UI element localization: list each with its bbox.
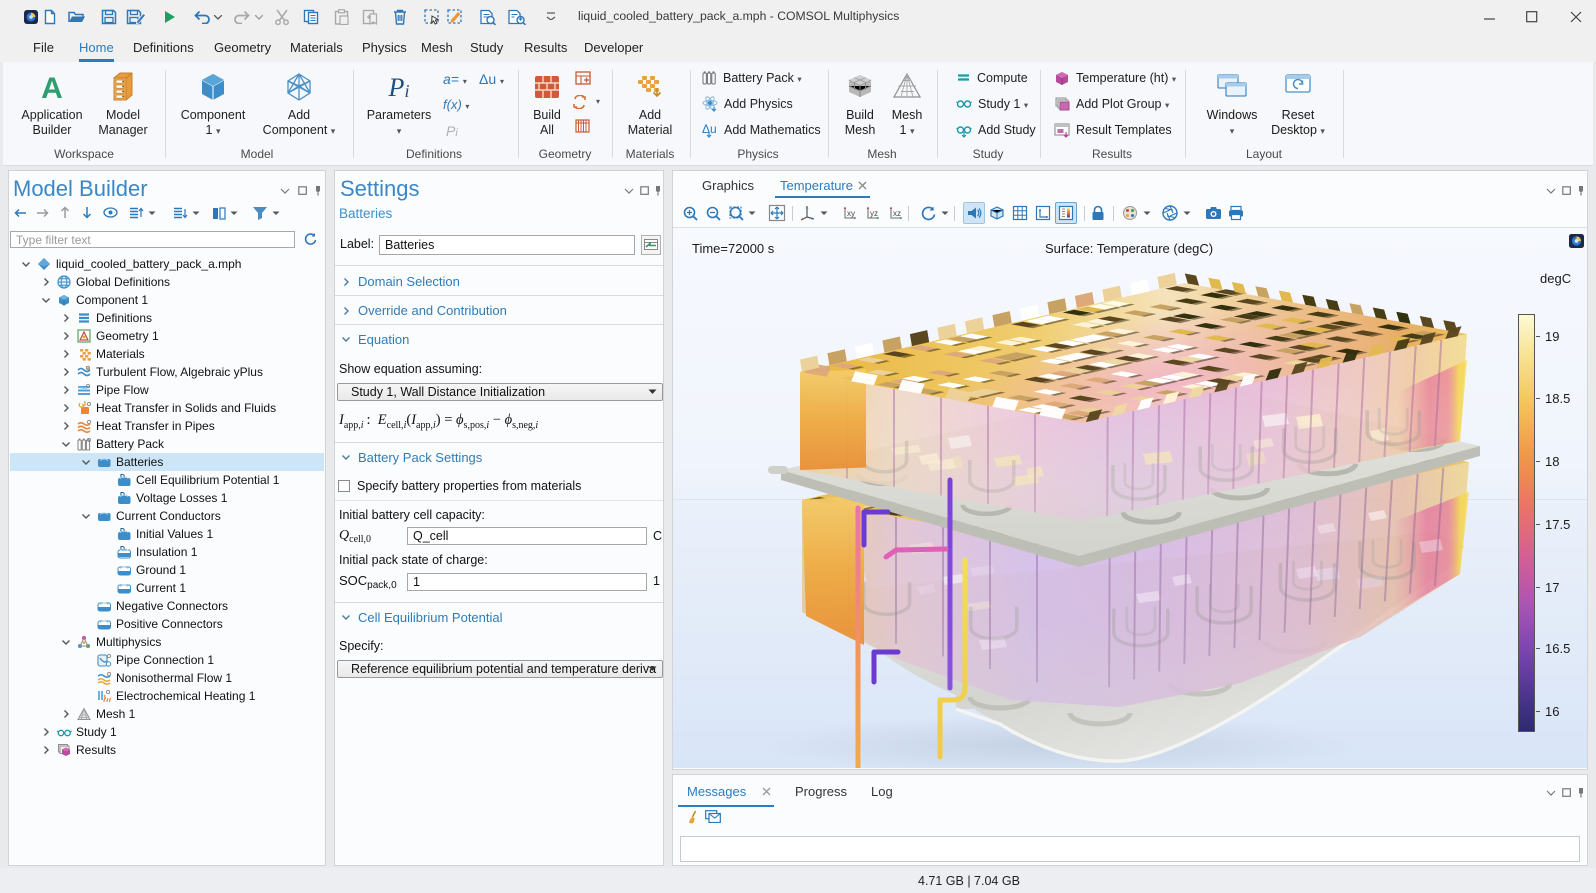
svg-text:A: A bbox=[41, 72, 63, 102]
svg-text:Pi: Pi bbox=[388, 73, 410, 102]
svg-text:xy: xy bbox=[847, 209, 855, 218]
svg-text:xz: xz bbox=[893, 209, 901, 218]
svg-text:yz: yz bbox=[870, 209, 878, 218]
